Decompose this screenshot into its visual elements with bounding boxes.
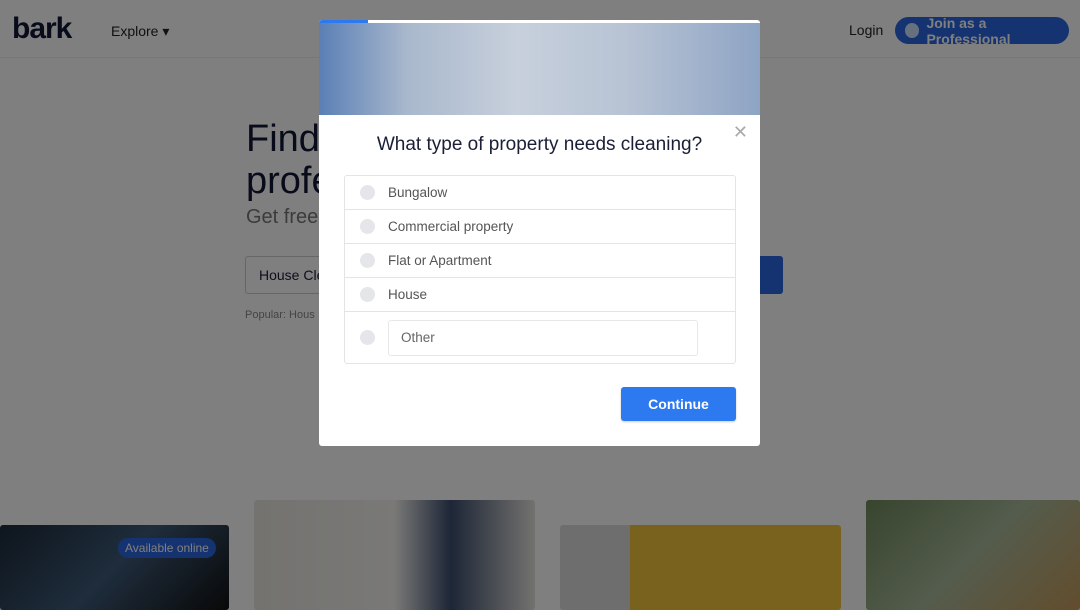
other-input[interactable]: Other [388,319,698,356]
radio[interactable] [360,287,375,302]
option-commercial-property[interactable]: Commercial property [345,210,735,244]
progress-bar [319,20,760,23]
option-flat-or-apartment[interactable]: Flat or Apartment [345,244,735,278]
question-title: What type of property needs cleaning? [376,134,703,155]
option-bungalow[interactable]: Bungalow [345,176,735,210]
radio[interactable] [360,330,375,345]
question-modal: ✕ What type of property needs cleaning? … [319,20,760,446]
option-label: Flat or Apartment [388,253,492,268]
option-label: Commercial property [388,219,514,234]
option-label: House [388,287,428,302]
continue-button[interactable]: Continue [621,387,736,421]
radio[interactable] [360,253,375,268]
radio[interactable] [360,219,375,234]
cleaning-header-image [319,20,760,115]
option-other[interactable]: Other [345,312,735,363]
radio[interactable] [360,185,375,200]
options-list: Bungalow Commercial property Flat or Apa… [344,175,736,364]
progress-fill [319,20,368,23]
option-house[interactable]: House [345,278,735,312]
option-label: Bungalow [388,185,448,200]
